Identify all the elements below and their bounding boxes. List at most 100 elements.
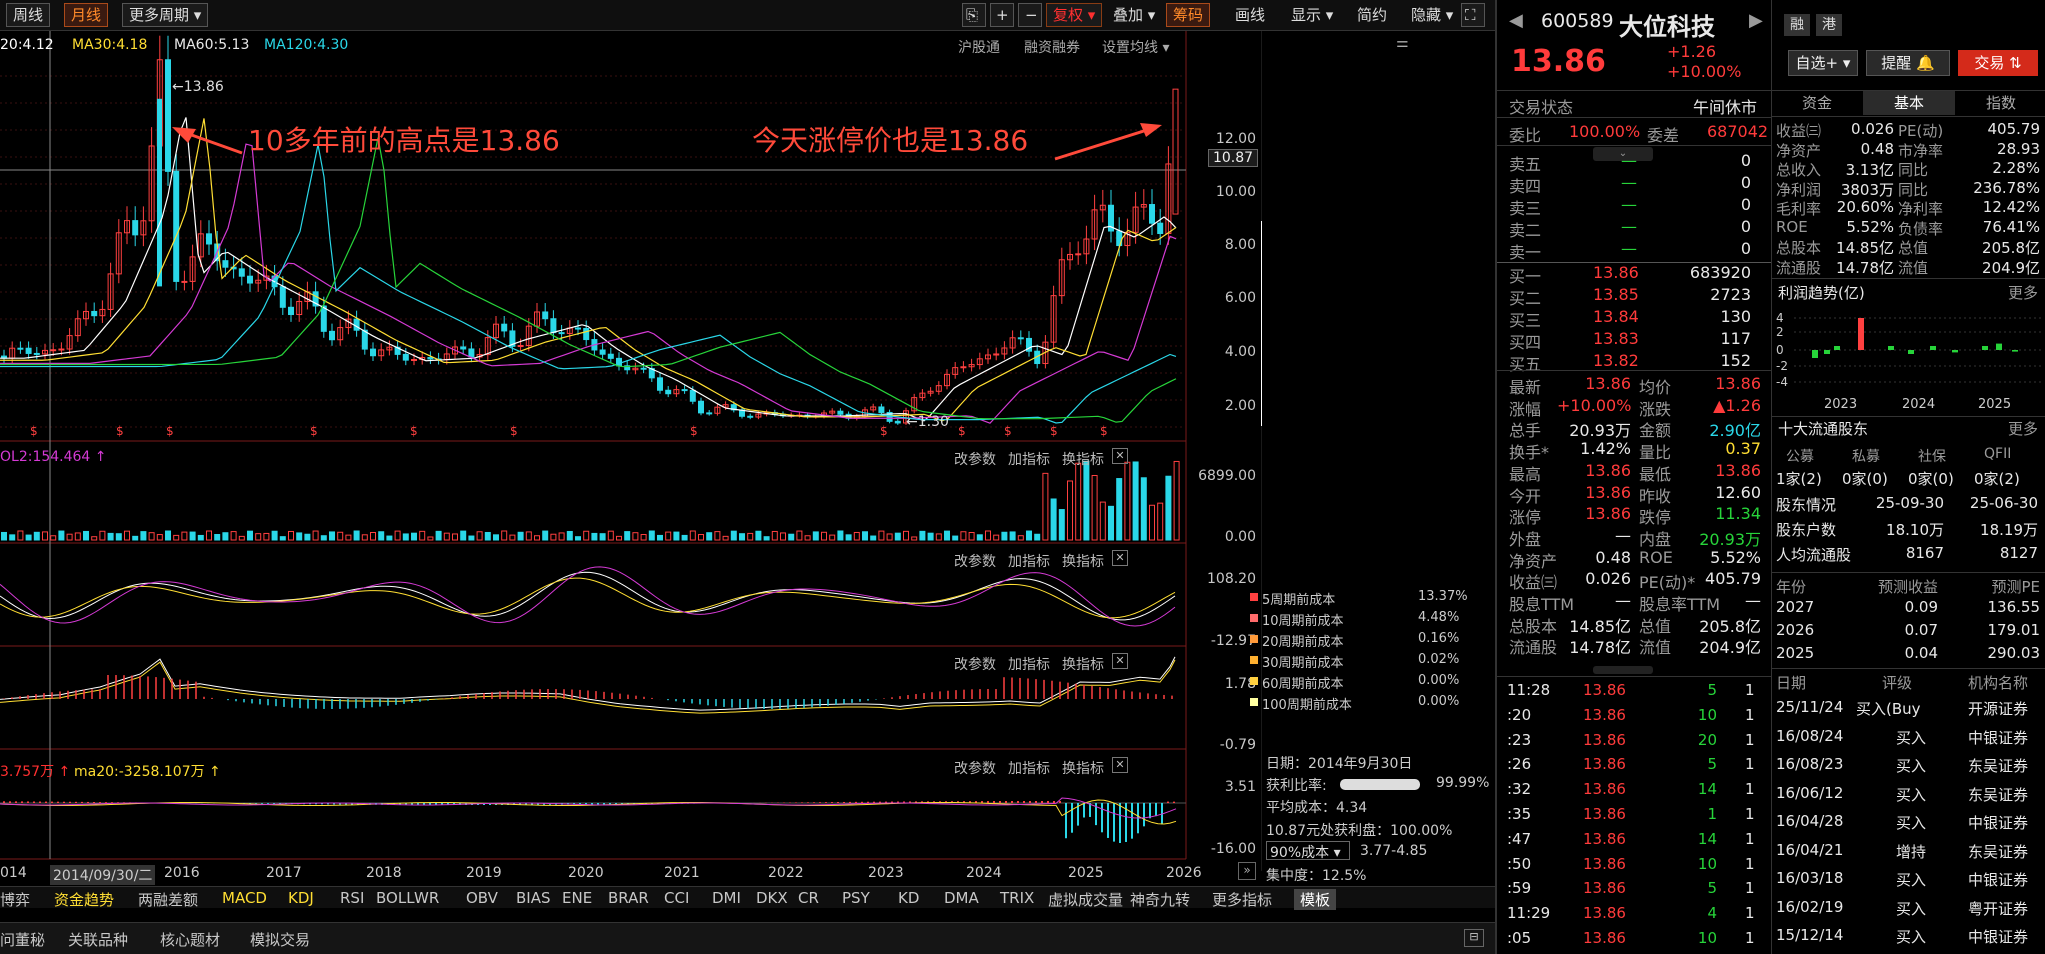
panel-link[interactable]: 加指标 (1008, 654, 1050, 674)
close-icon[interactable]: ✕ (1112, 550, 1128, 566)
panel-link[interactable]: 改参数 (954, 551, 996, 571)
kline-body (837, 410, 844, 415)
minus-icon[interactable]: − (1018, 3, 1042, 27)
overlay-label: 叠加 (1113, 6, 1144, 24)
alert-button[interactable]: 提醒 🔔 (1866, 50, 1950, 76)
indicator-tab[interactable]: BIAS (516, 889, 551, 907)
indicator-tab[interactable]: 模板 (1294, 889, 1337, 910)
indicator-tab[interactable]: 资金趋势 (54, 889, 114, 910)
indicator-tab[interactable]: RSI (340, 889, 364, 907)
tab-fund[interactable]: 资金 (1772, 91, 1862, 115)
profit-more-link[interactable]: 更多 (2008, 282, 2038, 303)
scroll-right-icon[interactable]: » (1238, 862, 1256, 880)
minimize-icon[interactable]: ⊟ (1464, 929, 1484, 947)
overlay-dropdown[interactable]: 叠加 ▾ (1106, 3, 1162, 27)
volume-bar (624, 531, 631, 541)
close-icon[interactable]: ✕ (1112, 448, 1128, 464)
tick-time: :05 (1507, 929, 1532, 947)
indicator-tab[interactable]: ENE (562, 889, 592, 907)
close-icon[interactable]: ✕ (1112, 653, 1128, 669)
kline-chart-area[interactable]: $ $ $ $ $ $ $ $ $ $ $ $ 20:4.12 MA30:4.18 MA60:5.13… (0, 31, 1489, 884)
display-dropdown[interactable]: 显示 ▾ (1284, 3, 1340, 27)
panel-link[interactable]: 加指标 (1008, 449, 1050, 469)
plus-icon[interactable]: + (990, 3, 1014, 27)
period-week-button[interactable]: 周线 (6, 3, 51, 27)
indicator-tab[interactable]: 更多指标 (1212, 889, 1272, 910)
cost-percent-select[interactable]: 90%成本 ▾ (1266, 841, 1350, 861)
stat-value: — (1745, 591, 1761, 610)
add-watchlist-button[interactable]: 自选+ ▾ (1788, 50, 1858, 76)
footer-tab[interactable]: 问董秘 (0, 929, 45, 950)
panel-link[interactable]: 改参数 (954, 758, 996, 778)
indicator-tab[interactable]: 两融差额 (138, 889, 198, 910)
chips-button[interactable]: 筹码 (1166, 3, 1211, 27)
footer-tab[interactable]: 模拟交易 (250, 929, 310, 950)
indicator-tab[interactable]: OBV (466, 889, 498, 907)
indicator-tab[interactable]: DMA (944, 889, 979, 907)
period-month-button[interactable]: 月线 (64, 3, 109, 27)
panel-link[interactable]: 加指标 (1008, 758, 1050, 778)
tab-index[interactable]: 指数 (1956, 91, 2045, 115)
indicator-tab[interactable]: DMI (712, 889, 741, 907)
panel-link[interactable]: 改参数 (954, 449, 996, 469)
indicator-tab[interactable]: BOLL (376, 889, 415, 907)
panel-link[interactable]: 换指标 (1062, 449, 1104, 469)
kline-body-high (157, 98, 162, 287)
avg-cost-text: 平均成本： (1266, 800, 1336, 816)
holders-more-link[interactable]: 更多 (2008, 418, 2038, 439)
panel-link[interactable]: 换指标 (1062, 654, 1104, 674)
prev-stock-icon[interactable]: ◀ (1509, 10, 1523, 31)
more-period-dropdown[interactable]: 更多周期 ▾ (122, 3, 209, 27)
indicator-tab[interactable]: 博弈 (0, 889, 30, 910)
next-stock-icon[interactable]: ▶ (1749, 10, 1763, 31)
volume-bar (542, 530, 549, 541)
tick-price: 13.86 (1583, 929, 1626, 947)
indicator-tab[interactable]: 虚拟成交量 (1048, 889, 1123, 910)
indicator-tab[interactable]: MACD (222, 889, 267, 907)
panel-link[interactable]: 换指标 (1062, 551, 1104, 571)
draw-button[interactable]: 画线 (1228, 3, 1272, 27)
footer-tab[interactable]: 关联品种 (68, 929, 128, 950)
rating-value: 买入 (1896, 785, 1927, 804)
indicator-tab[interactable]: BRAR (608, 889, 649, 907)
tab-basic[interactable]: 基本 (1863, 91, 1955, 115)
ma60-label: MA60:5.13 (174, 37, 250, 53)
volume-bar (443, 532, 450, 541)
expand-handle[interactable] (1593, 666, 1653, 674)
footer-tab[interactable]: 核心题材 (160, 929, 220, 950)
hide-dropdown[interactable]: 隐藏 ▾ (1404, 3, 1460, 27)
volume-bar (755, 530, 762, 541)
trade-button[interactable]: 交易 ⇅ (1958, 50, 2038, 76)
indicator-tab[interactable]: PSY (842, 889, 870, 907)
indicator-tab[interactable]: CR (798, 889, 819, 907)
indicator-tab[interactable]: WR (414, 889, 439, 907)
volume-bar (370, 531, 376, 541)
panel-link[interactable]: 换指标 (1062, 758, 1104, 778)
ask-level-label: 卖一 (1509, 243, 1542, 262)
indicator-tab[interactable]: KD (898, 889, 919, 907)
volume-bar (804, 535, 811, 541)
stat-value: 5.52% (1710, 547, 1761, 567)
margin-link[interactable]: 融资融券 (1024, 37, 1080, 57)
indicator-tab[interactable]: 神奇九转 (1130, 889, 1190, 910)
bid-price: 13.86 (1593, 263, 1639, 282)
low-value: 1.30 (917, 414, 949, 430)
volume-bar (575, 536, 581, 541)
panel-link[interactable]: 改参数 (954, 654, 996, 674)
volume-bar (960, 531, 967, 541)
adjust-dropdown[interactable]: 复权 ▾ (1046, 3, 1103, 27)
indicator-tab[interactable]: TRIX (1000, 889, 1034, 907)
hk-connect-link[interactable]: 沪股通 (958, 37, 1000, 57)
fullscreen-icon[interactable]: ⛶ (1461, 3, 1485, 27)
lock-icon[interactable]: ⎘ (962, 3, 986, 27)
close-icon[interactable]: ✕ (1112, 757, 1128, 773)
chart-tools-icons[interactable]: ⚌ (1396, 35, 1409, 51)
indicator-tab[interactable]: KDJ (288, 889, 314, 907)
simple-button[interactable]: 简约 (1350, 3, 1394, 27)
indicator-tab[interactable]: CCI (664, 889, 689, 907)
indicator-tab[interactable]: DKX (756, 889, 788, 907)
volume-bar (517, 531, 524, 541)
kline-body (50, 349, 57, 352)
ma-settings-link[interactable]: 设置均线 ▾ (1102, 37, 1169, 57)
panel-link[interactable]: 加指标 (1008, 551, 1050, 571)
